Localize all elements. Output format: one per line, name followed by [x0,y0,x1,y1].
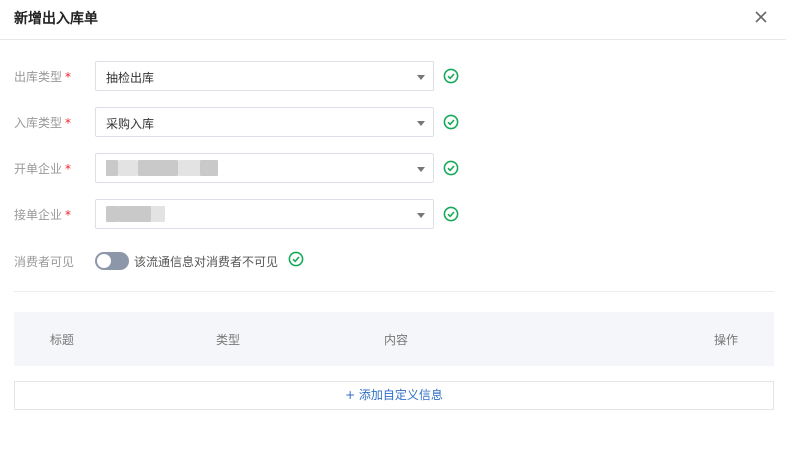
redacted-text [118,206,151,222]
redacted-text [151,206,165,222]
issuer-select[interactable] [95,153,434,183]
consumer-visible-toggle[interactable] [95,252,129,270]
chevron-down-icon [417,167,425,172]
out-type-value: 抽检出库 [106,71,155,85]
check-circle-icon [443,68,459,84]
dialog-title: 新增出入库单 [14,11,98,27]
check-circle-icon [443,206,459,222]
column-header-actions: 操作 [714,333,739,347]
chevron-down-icon [417,75,425,80]
toggle-knob [97,254,111,268]
in-type-value: 采购入库 [106,117,155,131]
in-type-select[interactable]: 采购入库 [95,107,434,137]
redacted-text [178,160,200,176]
column-header-type: 类型 [216,333,241,347]
out-type-label: 出库类型 * [14,70,72,84]
in-type-label: 入库类型 * [14,116,72,130]
consumer-visible-label: 消费者可见 [14,255,75,269]
check-circle-icon [443,114,459,130]
column-header-title: 标题 [50,333,75,347]
receiver-label: 接单企业 * [14,208,72,222]
consumer-visible-text: 该流通信息对消费者不可见 [134,255,279,269]
divider [14,291,774,292]
add-custom-info-button[interactable]: + 添加自定义信息 [14,381,774,410]
check-circle-icon [288,251,304,267]
dialog-header: 新增出入库单 [0,0,786,40]
chevron-down-icon [417,213,425,218]
form-row-consumer-visible: 消费者可见 该流通信息对消费者不可见 [0,250,786,272]
form-row-receiver: 接单企业 * [0,199,786,229]
form-row-issuer: 开单企业 * [0,153,786,183]
column-header-content: 内容 [384,333,409,347]
receiver-select[interactable] [95,199,434,229]
redacted-text [138,160,178,176]
custom-info-table-header: 标题 类型 内容 操作 [14,312,774,366]
check-circle-icon [443,160,459,176]
redacted-text [118,160,138,176]
chevron-down-icon [417,121,425,126]
issuer-label: 开单企业 * [14,162,72,176]
form-row-out-type: 出库类型 * 抽检出库 [0,61,786,91]
redacted-text [200,160,218,176]
form-row-in-type: 入库类型 * 采购入库 [0,107,786,137]
redacted-text [106,160,118,176]
close-icon[interactable] [753,9,769,25]
redacted-text [106,206,118,222]
out-type-select[interactable]: 抽检出库 [95,61,434,91]
